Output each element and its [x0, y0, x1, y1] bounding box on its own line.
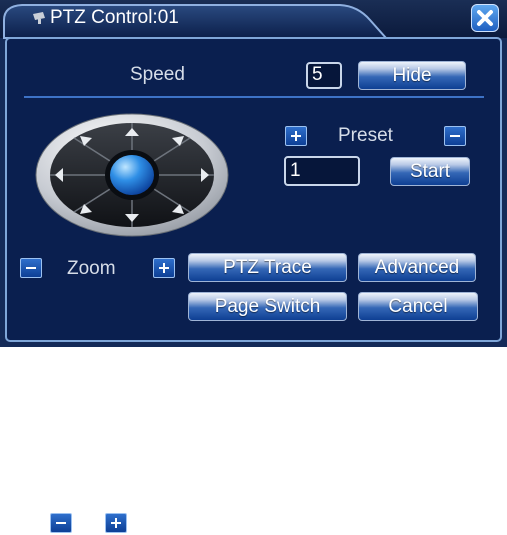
plus-icon: [105, 513, 127, 533]
speed-input[interactable]: 5: [306, 62, 342, 89]
minus-icon: [26, 267, 36, 269]
minus-icon: [50, 513, 72, 533]
ptz-camera-icon: [33, 12, 45, 24]
minus-icon: [450, 135, 460, 137]
dialog-title: PTZ Control:01: [50, 7, 179, 28]
zoom-out-button[interactable]: [20, 258, 42, 278]
preset-label: Preset: [338, 125, 393, 146]
close-icon: [477, 10, 493, 26]
ptz-control-dialog: PTZ Control:01 Speed 5 Hide Preset 1 Sta…: [0, 0, 507, 347]
cancel-button[interactable]: Cancel: [358, 292, 478, 321]
advanced-button[interactable]: Advanced: [358, 253, 476, 282]
hide-button[interactable]: Hide: [358, 61, 466, 90]
preset-remove-button[interactable]: [444, 126, 466, 146]
page-switch-button[interactable]: Page Switch: [188, 292, 347, 321]
ptz-trace-button[interactable]: PTZ Trace: [188, 253, 347, 282]
speed-label: Speed: [130, 64, 185, 85]
preset-input[interactable]: 1: [284, 156, 360, 186]
joystick-icon[interactable]: [34, 112, 230, 238]
preset-add-button[interactable]: [285, 126, 307, 146]
close-button[interactable]: [471, 4, 499, 32]
start-button[interactable]: Start: [390, 157, 470, 186]
zoom-in-button[interactable]: [153, 258, 175, 278]
zoom-label: Zoom: [67, 258, 116, 279]
